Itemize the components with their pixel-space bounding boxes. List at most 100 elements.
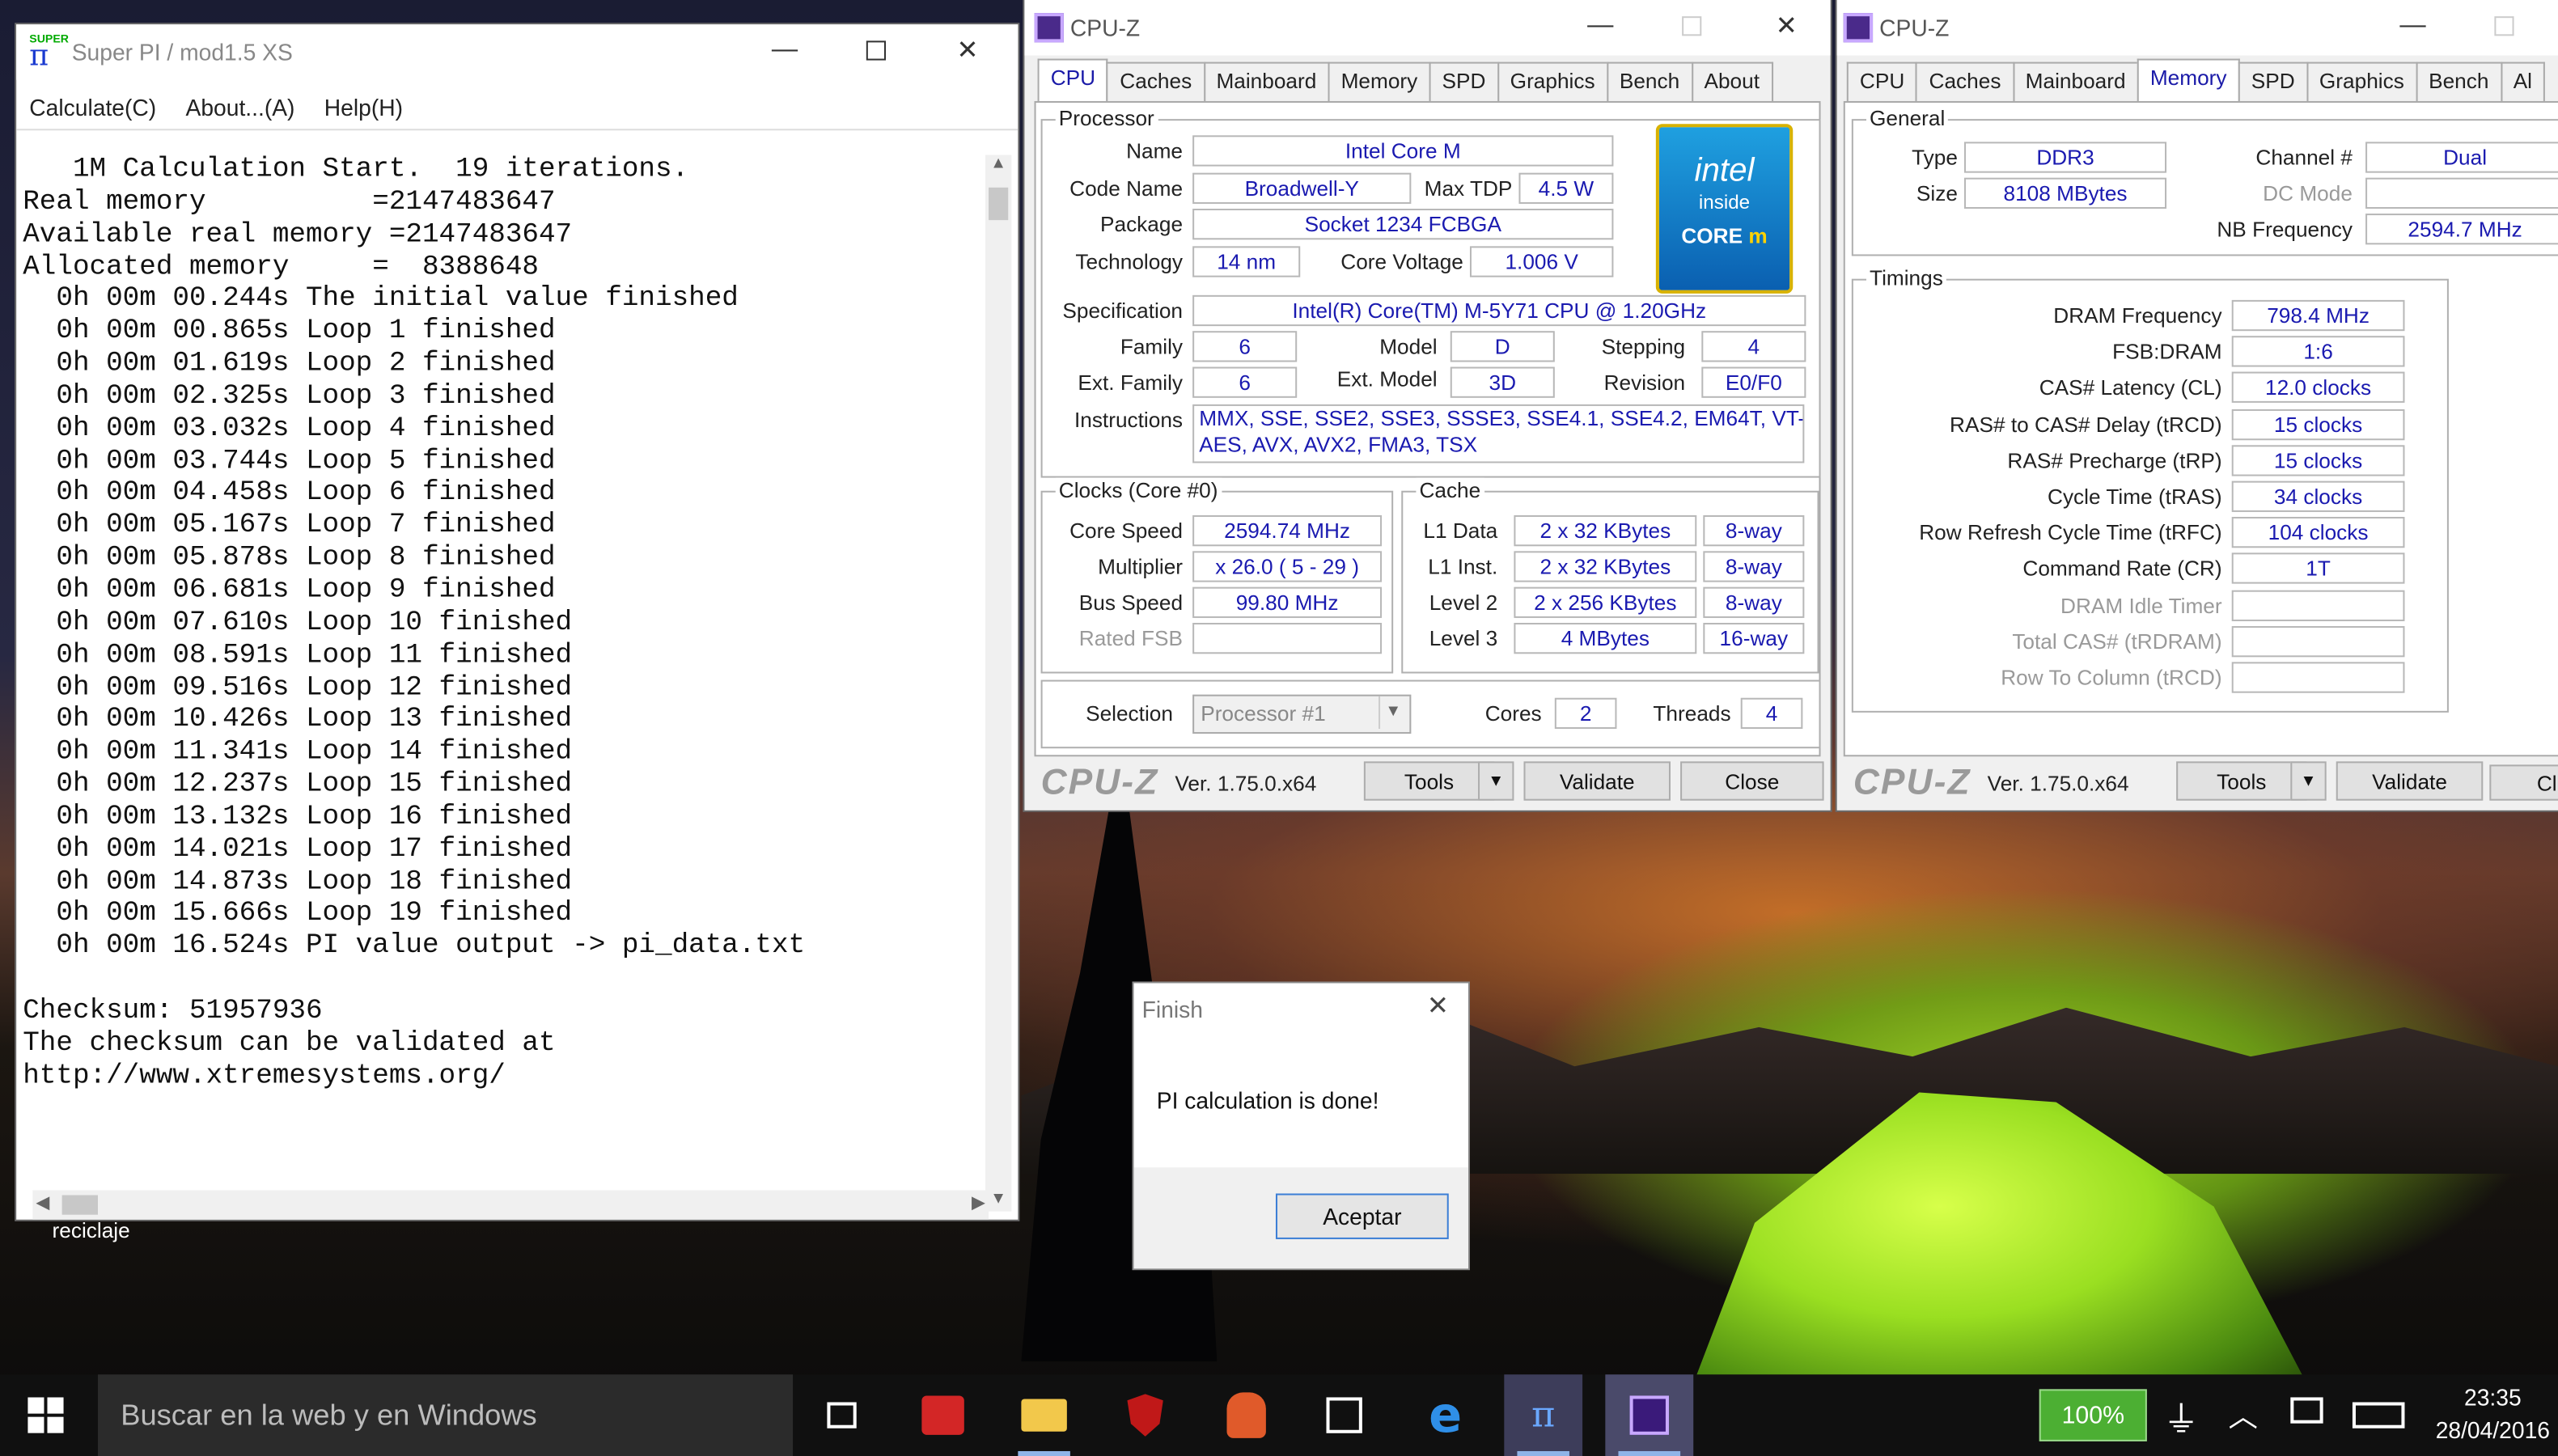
menu-about[interactable]: About...(A)	[186, 95, 295, 121]
taskbar-reader-app[interactable]	[904, 1374, 982, 1456]
scroll-left-arrow[interactable]: ◀	[36, 1191, 49, 1213]
tools-button[interactable]: Tools	[2176, 761, 2307, 801]
tools-dropdown-button[interactable]: ▼	[1478, 761, 1514, 801]
tab-memory[interactable]: Memory	[2137, 58, 2240, 103]
dcmode-value	[2365, 177, 2558, 210]
scroll-up-arrow[interactable]: ▲	[985, 154, 1011, 172]
tools-button[interactable]: Tools	[1363, 761, 1495, 801]
taskbar-edge[interactable]: e	[1406, 1374, 1484, 1456]
tab-caches[interactable]: Caches	[1916, 61, 2014, 103]
caret-down-icon: ▼	[1488, 772, 1505, 790]
console-line: 0h 00m 00.865s Loop 1 finished	[23, 316, 556, 348]
console-line: 1M Calculation Start. 19 iterations.	[23, 154, 689, 186]
revision-value: E0/F0	[1701, 366, 1806, 398]
minimize-button[interactable]: —	[1563, 0, 1638, 53]
cache-way-value: 16-way	[1703, 622, 1805, 654]
taskbar-superpi[interactable]: π	[1504, 1374, 1583, 1456]
cpuz-cpu-titlebar[interactable]: CPU-Z — ✕	[1024, 0, 1831, 56]
vertical-scrollbar[interactable]: ▲ ▼	[985, 154, 1012, 1212]
search-box[interactable]: Buscar en la web y en Windows	[97, 1374, 794, 1456]
console-line: 0h 00m 03.032s Loop 4 finished	[23, 413, 556, 445]
hscroll-thumb[interactable]	[61, 1195, 98, 1215]
tab-spd[interactable]: SPD	[1429, 61, 1499, 103]
superpi-console-output: 1M Calculation Start. 19 iterations. Real…	[23, 154, 995, 1201]
dialog-close-icon[interactable]: ✕	[1427, 990, 1449, 1022]
taskbar-file-explorer[interactable]	[1005, 1374, 1083, 1456]
store-bag-icon	[1326, 1397, 1362, 1433]
notification-icon[interactable]	[2290, 1397, 2323, 1424]
tab-spd[interactable]: SPD	[2238, 61, 2308, 103]
chevron-up-icon[interactable]: ︿	[2229, 1394, 2258, 1436]
nbfreq-value: 2594.7 MHz	[2365, 214, 2558, 245]
validate-button[interactable]: Validate	[1523, 761, 1671, 801]
tab-bench[interactable]: Bench	[2415, 61, 2502, 103]
tab-mainboard[interactable]: Mainboard	[2012, 61, 2139, 103]
recycle-bin-label[interactable]: reciclaje	[53, 1218, 130, 1242]
tab-cpu[interactable]: CPU	[1037, 58, 1109, 103]
extmodel-label: Ext. Model	[1336, 366, 1438, 392]
tab-mainboard[interactable]: Mainboard	[1203, 61, 1330, 103]
scroll-down-arrow[interactable]: ▼	[985, 1190, 1011, 1208]
superpi-titlebar[interactable]: SUPER π Super PI / mod1.5 XS — ✕	[16, 24, 1019, 80]
cpuz-mem-titlebar[interactable]: CPU-Z —	[1836, 0, 2558, 56]
tab-about[interactable]: Al	[2500, 61, 2546, 103]
cpuz-app-icon	[1034, 13, 1064, 43]
close-button[interactable]: ✕	[930, 24, 1005, 77]
taskbar-app-red[interactable]	[1207, 1374, 1285, 1456]
general-group: General Type DDR3 Size 8108 MBytes Chann…	[1851, 106, 2558, 256]
clocks-group: Clocks (Core #0) Core Speed 2594.74 MHz …	[1040, 477, 1394, 674]
superpi-title: Super PI / mod1.5 XS	[71, 39, 293, 66]
aceptar-button-label: Aceptar	[1323, 1203, 1402, 1230]
horizontal-scrollbar[interactable]: ◀ ▶	[32, 1190, 989, 1220]
timing-label: FSB:DRAM	[2112, 339, 2222, 364]
maximize-button[interactable]	[1654, 0, 1730, 53]
timing-label: Command Rate (CR)	[2022, 557, 2222, 582]
timings-group: Timings DRAM Frequency 798.4 MHz FSB:DRAM 1…	[1851, 265, 2449, 713]
minimize-button[interactable]: —	[747, 24, 823, 77]
tab-bench[interactable]: Bench	[1606, 61, 1693, 103]
tab-cpu[interactable]: CPU	[1846, 61, 1918, 103]
close-app-button[interactable]: Cl	[2489, 764, 2558, 801]
tab-memory[interactable]: Memory	[1328, 61, 1431, 103]
menu-calculate[interactable]: Calculate(C)	[29, 95, 156, 121]
tab-graphics[interactable]: Graphics	[2306, 61, 2417, 103]
battery-indicator[interactable]: 100%	[2039, 1389, 2147, 1441]
aceptar-button[interactable]: Aceptar	[1275, 1193, 1449, 1239]
taskbar-cpuz[interactable]	[1605, 1374, 1694, 1456]
start-button[interactable]	[6, 1374, 85, 1456]
taskbar-mcafee[interactable]	[1106, 1374, 1184, 1456]
close-app-button[interactable]: Close	[1680, 761, 1824, 801]
processor-select[interactable]: Processor #1 ▼	[1192, 694, 1412, 734]
timing-value	[2231, 625, 2405, 657]
tab-graphics[interactable]: Graphics	[1497, 61, 1608, 103]
taskbar-store[interactable]	[1305, 1374, 1383, 1456]
cache-size-value: 2 x 32 KBytes	[1514, 551, 1697, 582]
cache-level-label: Level 2	[1429, 590, 1498, 615]
timings-group-label: Timings	[1866, 265, 1946, 290]
scroll-right-arrow[interactable]: ▶	[972, 1191, 985, 1213]
tab-caches[interactable]: Caches	[1107, 61, 1205, 103]
keyboard-icon[interactable]	[2352, 1402, 2405, 1428]
cpuz-memory-window: CPU-Z — CPU Caches Mainboard Memory SPD …	[1836, 0, 2558, 811]
console-line: 0h 00m 15.666s Loop 19 finished	[23, 899, 573, 930]
console-line: 0h 00m 13.132s Loop 16 finished	[23, 802, 573, 833]
cache-level-label: Level 3	[1429, 626, 1498, 651]
clock[interactable]: 23:35 28/04/2016	[2431, 1381, 2555, 1446]
minimize-button[interactable]: —	[2375, 0, 2450, 53]
scroll-thumb[interactable]	[989, 187, 1009, 221]
menu-help[interactable]: Help(H)	[324, 95, 403, 121]
name-value: Intel Core M	[1192, 135, 1614, 167]
tools-dropdown-button[interactable]: ▼	[2290, 761, 2327, 801]
maximize-button[interactable]	[2467, 0, 2542, 53]
validate-button[interactable]: Validate	[2336, 761, 2484, 801]
console-line: 0h 00m 05.878s Loop 8 finished	[23, 543, 556, 574]
power-plug-icon[interactable]: ⏚	[2163, 1390, 2199, 1443]
maximize-icon	[1682, 16, 1702, 36]
task-view-button[interactable]	[803, 1374, 881, 1456]
maximize-button[interactable]	[839, 24, 914, 77]
console-line: 0h 00m 04.458s Loop 6 finished	[23, 478, 556, 510]
close-button[interactable]: ✕	[1749, 0, 1824, 53]
tab-about[interactable]: About	[1691, 61, 1773, 103]
timing-label: Cycle Time (tRAS)	[2048, 484, 2222, 509]
corevoltage-value: 1.006 V	[1469, 246, 1614, 277]
